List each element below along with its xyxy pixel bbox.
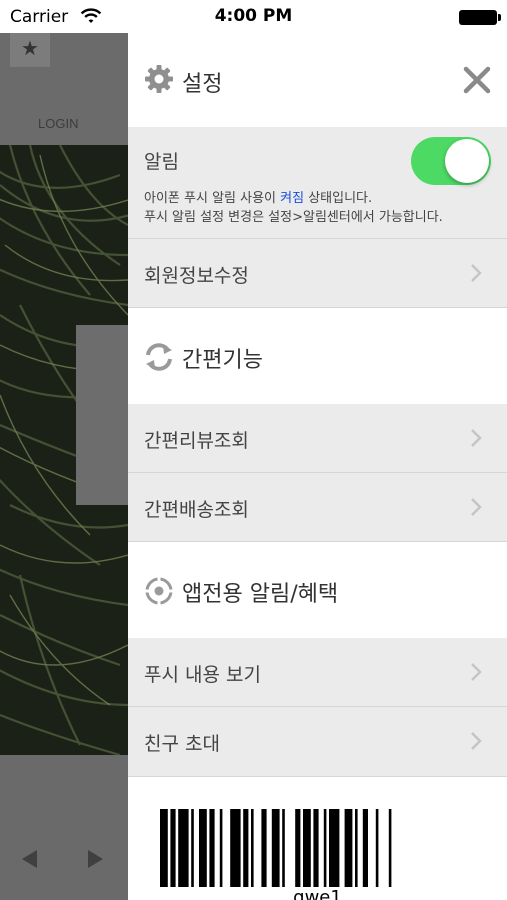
chevron-right-icon bbox=[471, 732, 482, 750]
barcode-bar bbox=[261, 809, 267, 887]
barcode-bar bbox=[209, 809, 215, 887]
clock: 4:00 PM bbox=[214, 6, 293, 26]
background-card bbox=[76, 325, 128, 505]
panel-title: 설정 bbox=[182, 72, 223, 97]
barcode-area: qwe1 bbox=[128, 777, 507, 900]
quick-review-label: 간편리뷰조회 bbox=[144, 430, 249, 452]
quick-review-row[interactable]: 간편리뷰조회 bbox=[128, 404, 507, 473]
barcode-bar bbox=[355, 809, 358, 887]
barcode-bar bbox=[170, 809, 176, 887]
barcode-bar bbox=[375, 809, 379, 887]
barcode-bar bbox=[282, 809, 285, 887]
panel-header: 설정 bbox=[128, 33, 507, 127]
quick-features-section: 간편기능 bbox=[128, 308, 507, 404]
barcode-bar bbox=[160, 809, 168, 887]
background-app: ★ LOGIN bbox=[0, 33, 128, 900]
settings-panel: 설정 알림 아이폰 푸시 알림 사용이 켜짐 상태입니다. 푸시 알림 설정 변… bbox=[128, 33, 507, 900]
barcode-bar bbox=[199, 809, 207, 887]
alarm-state-text: 켜짐 bbox=[280, 191, 305, 206]
refresh-icon bbox=[146, 343, 172, 371]
chevron-right-icon bbox=[471, 264, 482, 282]
push-messages-row[interactable]: 푸시 내용 보기 bbox=[128, 638, 507, 707]
quick-features-title: 간편기능 bbox=[182, 348, 263, 373]
barcode-bar bbox=[295, 809, 301, 887]
favorite-star-icon[interactable]: ★ bbox=[10, 33, 50, 67]
quick-delivery-row[interactable]: 간편배송조회 bbox=[128, 473, 507, 542]
barcode-bar bbox=[362, 809, 368, 887]
status-bar: Carrier 4:00 PM bbox=[0, 0, 507, 33]
quick-delivery-label: 간편배송조회 bbox=[144, 499, 249, 521]
chevron-right-icon bbox=[471, 429, 482, 447]
alarm-toggle[interactable] bbox=[411, 137, 491, 185]
alarm-description: 아이폰 푸시 알림 사용이 켜짐 상태입니다. 푸시 알림 설정 변경은 설정>… bbox=[144, 189, 443, 227]
alarm-label: 알림 bbox=[144, 151, 179, 173]
battery-icon bbox=[459, 10, 501, 25]
invite-friend-row[interactable]: 친구 초대 bbox=[128, 707, 507, 777]
gear-icon bbox=[145, 65, 173, 93]
app-notification-title: 앱전용 알림/혜택 bbox=[182, 582, 339, 607]
target-icon bbox=[144, 576, 174, 606]
push-messages-label: 푸시 내용 보기 bbox=[144, 664, 261, 686]
app-notification-section: 앱전용 알림/혜택 bbox=[128, 542, 507, 638]
background-nav-bar bbox=[0, 755, 128, 900]
member-info-row[interactable]: 회원정보수정 bbox=[128, 239, 507, 308]
back-arrow-icon[interactable] bbox=[22, 850, 37, 868]
alarm-description-line1: 아이폰 푸시 알림 사용이 켜짐 상태입니다. bbox=[144, 191, 373, 206]
member-info-label: 회원정보수정 bbox=[144, 265, 249, 287]
barcode-bar bbox=[243, 809, 249, 887]
barcode-bar bbox=[303, 809, 311, 887]
chevron-right-icon bbox=[471, 498, 482, 516]
barcode-bar bbox=[191, 809, 194, 887]
forward-arrow-icon[interactable] bbox=[88, 850, 103, 868]
login-link[interactable]: LOGIN bbox=[38, 116, 78, 131]
barcode-bar bbox=[344, 809, 353, 887]
alarm-description-line2: 푸시 알림 설정 변경은 설정>알림센터에서 가능합니다. bbox=[144, 210, 443, 225]
barcode-bar bbox=[178, 809, 189, 887]
close-button[interactable] bbox=[458, 61, 496, 99]
barcode-bar bbox=[271, 809, 280, 887]
alarm-setting-row: 알림 아이폰 푸시 알림 사용이 켜짐 상태입니다. 푸시 알림 설정 변경은 … bbox=[128, 127, 507, 239]
toggle-knob bbox=[445, 139, 489, 183]
barcode-bar bbox=[388, 809, 392, 887]
barcode bbox=[160, 809, 392, 887]
invite-friend-label: 친구 초대 bbox=[144, 733, 220, 755]
barcode-bar bbox=[230, 809, 241, 887]
barcode-bar bbox=[329, 809, 340, 887]
barcode-bar bbox=[219, 809, 223, 887]
barcode-caption: qwe1 bbox=[293, 887, 342, 900]
barcode-bar bbox=[251, 809, 254, 887]
chevron-right-icon bbox=[471, 663, 482, 681]
barcode-bar bbox=[323, 809, 327, 887]
barcode-bar bbox=[313, 809, 319, 887]
